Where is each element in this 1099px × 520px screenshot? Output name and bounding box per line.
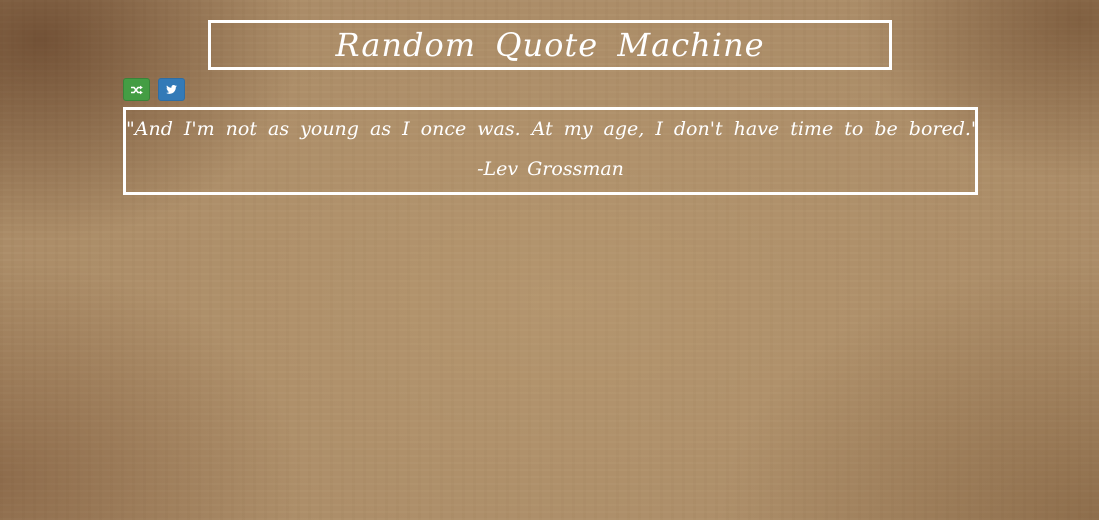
quote-box: "And I'm not as young as I once was. At … (123, 107, 980, 195)
shuffle-icon (130, 85, 143, 95)
new-quote-button[interactable] (123, 78, 150, 101)
page-title: Random Quote Machine (335, 26, 765, 64)
quote-text: "And I'm not as young as I once was. At … (126, 118, 980, 140)
quote-author: -Lev Grossman (477, 158, 624, 180)
twitter-icon (166, 85, 177, 94)
tweet-button[interactable] (158, 78, 185, 101)
title-box: Random Quote Machine (208, 20, 892, 70)
